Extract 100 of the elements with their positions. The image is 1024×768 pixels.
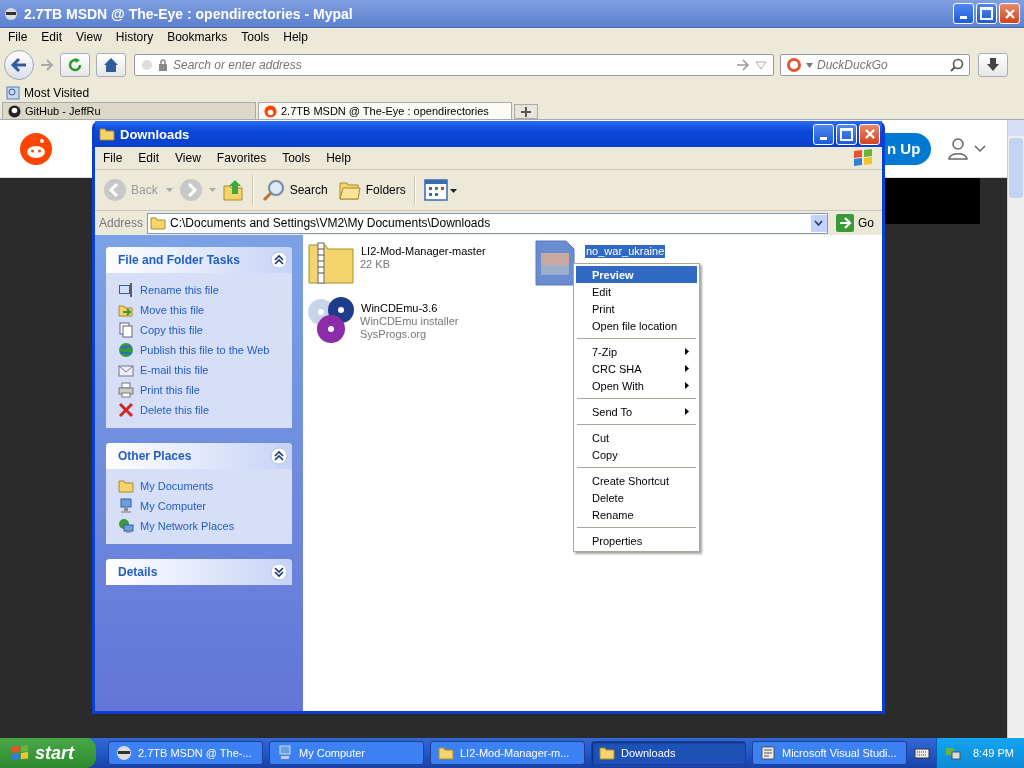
search-icon[interactable]	[950, 58, 964, 72]
task-link[interactable]: E-mail this file	[140, 364, 209, 376]
menu-item[interactable]: Cut	[576, 429, 697, 446]
keyboard-icon[interactable]	[914, 747, 930, 759]
task-link[interactable]: My Network Places	[140, 520, 235, 532]
file-detail: WinCDEmu installer	[360, 315, 459, 328]
menu-item[interactable]: Help	[326, 151, 351, 165]
network-icon	[118, 518, 134, 534]
menu-item[interactable]: Open file location	[576, 317, 697, 334]
caret-icon[interactable]	[806, 62, 813, 68]
folders-button[interactable]: Folders	[335, 177, 408, 203]
chevron-down-icon	[814, 220, 824, 226]
browser-tab[interactable]: GitHub - JeffRu	[2, 102, 256, 119]
menu-item[interactable]: Print	[576, 300, 697, 317]
discs-icon[interactable]	[307, 296, 355, 344]
app-icon	[4, 6, 18, 21]
taskbar-button[interactable]: Microsoft Visual Studi...	[752, 741, 907, 765]
menu-item[interactable]: Preview	[576, 266, 697, 283]
page-icon	[141, 59, 153, 71]
back-arrow-icon	[10, 57, 28, 73]
submenu-arrow-icon	[685, 382, 689, 389]
menu-item[interactable]: Open With	[576, 377, 697, 394]
collapse-icon[interactable]	[270, 447, 288, 465]
menu-item[interactable]: Help	[283, 30, 308, 44]
address-field[interactable]: C:\Documents and Settings\VM2\My Documents\Downloads	[147, 212, 828, 234]
menu-item[interactable]: Favorites	[216, 151, 267, 165]
search-button[interactable]: Search	[259, 176, 330, 204]
task-link[interactable]: Publish this file to the Web	[140, 344, 270, 356]
menu-item[interactable]: Properties	[576, 532, 697, 549]
search-bar[interactable]: DuckDuckGo	[780, 54, 970, 76]
scrollbar[interactable]	[1007, 120, 1024, 738]
menu-item[interactable]: History	[115, 30, 154, 44]
collapse-icon[interactable]	[270, 251, 288, 269]
maximize-button[interactable]	[836, 123, 857, 145]
window-title: Downloads	[120, 126, 191, 142]
task-link[interactable]: Copy this file	[140, 324, 203, 336]
close-button[interactable]	[999, 3, 1020, 24]
browser-tab[interactable]: 2.7TB MSDN @ The-Eye : opendirectories	[258, 102, 512, 119]
panel-header[interactable]: File and Folder Tasks	[106, 247, 292, 273]
menu-item[interactable]: Edit	[41, 30, 63, 44]
taskbar-button[interactable]: LI2-Mod-Manager-m...	[430, 741, 585, 765]
submenu-arrow-icon	[685, 348, 689, 355]
zipped-folder-icon[interactable]	[307, 239, 355, 287]
panel-header[interactable]: Details	[106, 559, 292, 585]
menu-item[interactable]: File	[8, 30, 28, 44]
expand-icon[interactable]	[270, 563, 288, 581]
dropdown-button[interactable]	[811, 214, 827, 232]
menu-item[interactable]: Bookmarks	[167, 30, 228, 44]
menu-item[interactable]: Edit	[138, 151, 160, 165]
back-button[interactable]	[4, 50, 34, 80]
user-icon[interactable]	[948, 137, 988, 160]
reload-button[interactable]	[60, 53, 90, 77]
network-icon[interactable]	[945, 745, 961, 761]
search-icon	[261, 178, 286, 202]
sign-up-button[interactable]: n Up	[885, 132, 931, 165]
address-bar[interactable]: Search or enter address	[134, 54, 774, 76]
new-tab-button[interactable]	[514, 104, 538, 119]
menu-item[interactable]: Tools	[241, 30, 270, 44]
menu-item[interactable]: View	[175, 151, 201, 165]
plus-icon	[521, 106, 531, 117]
menu-item[interactable]: Rename	[576, 506, 697, 523]
task-link[interactable]: Rename this file	[140, 284, 219, 296]
menu-item[interactable]: 7-Zip	[576, 343, 697, 360]
panel-title: Other Places	[118, 449, 192, 463]
task-link[interactable]: My Documents	[140, 480, 214, 492]
panel-header[interactable]: Other Places	[106, 443, 292, 469]
minimize-button[interactable]	[953, 3, 974, 24]
start-button[interactable]: start	[0, 738, 96, 768]
taskbar-button[interactable]: My Computer	[269, 741, 424, 765]
close-button[interactable]	[859, 123, 880, 145]
menu-item[interactable]: Delete	[576, 489, 697, 506]
address-field[interactable]: Search or enter address	[173, 58, 731, 72]
windows-flag-icon	[852, 148, 874, 168]
menu-item[interactable]: Create Shortcut	[576, 472, 697, 489]
file-name[interactable]: WinCDEmu-3.6	[360, 302, 439, 315]
menu-item[interactable]: File	[103, 151, 123, 165]
restore-button[interactable]	[976, 3, 997, 24]
menu-item[interactable]: View	[76, 30, 102, 44]
download-button[interactable]	[978, 53, 1008, 77]
views-button[interactable]	[421, 177, 460, 203]
file-name[interactable]: LI2-Mod-Manager-master	[360, 245, 487, 258]
taskbar-button[interactable]: Downloads	[591, 741, 746, 765]
task-link[interactable]: Print this file	[140, 384, 200, 396]
menu-item[interactable]: CRC SHA	[576, 360, 697, 377]
go-button[interactable]: Go	[832, 214, 878, 232]
taskbar-button[interactable]: 2.7TB MSDN @ The-...	[108, 741, 263, 765]
go-arrow-icon[interactable]	[736, 59, 750, 71]
task-link[interactable]: My Computer	[140, 500, 207, 512]
folder-icon	[438, 745, 454, 761]
task-link[interactable]: Move this file	[140, 304, 205, 316]
menu-item[interactable]: Send To	[576, 403, 697, 420]
task-link[interactable]: Delete this file	[140, 404, 210, 416]
menu-item[interactable]: Tools	[282, 151, 311, 165]
minimize-button[interactable]	[813, 123, 834, 145]
menu-item[interactable]: Copy	[576, 446, 697, 463]
home-button[interactable]	[96, 53, 126, 77]
bookmark-item[interactable]: Most Visited	[24, 86, 90, 100]
search-field[interactable]: DuckDuckGo	[817, 58, 946, 72]
file-name[interactable]: no_war_ukraine	[585, 245, 666, 258]
menu-item[interactable]: Edit	[576, 283, 697, 300]
